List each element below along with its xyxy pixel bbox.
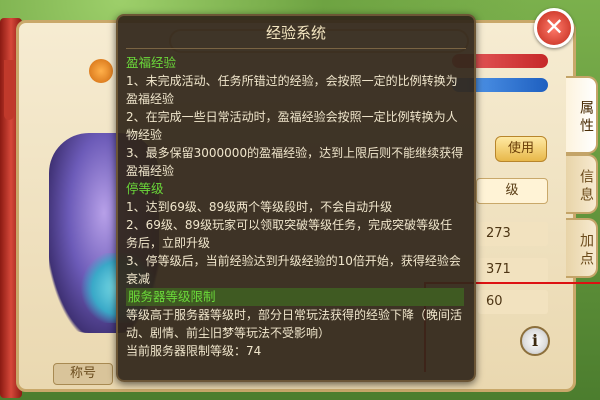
tab-add-points[interactable]: 加点: [566, 218, 598, 278]
popup-title: 经验系统: [265, 24, 326, 42]
section-heading-server-level: 服务器等级限制: [126, 288, 464, 306]
tassel-decoration: [4, 60, 14, 120]
section-heading-level-cap: 停等级: [126, 181, 164, 196]
tab-attributes[interactable]: 属性: [566, 76, 598, 154]
section-line: 3、停等级后，当前经验达到升级经验的10倍开始，获得经验会衰减: [126, 254, 461, 286]
section-line: 2、在完成一些日常活动时，盈福经验会按照一定比例转换为人物经验: [126, 110, 458, 142]
section-line: 当前服务器限制等级：74: [126, 344, 262, 358]
section-line: 2、69级、89级玩家可以领取突破等级任务，完成突破等级任务后，立即升级: [126, 218, 453, 250]
stat-value-2: 371: [478, 258, 548, 282]
level-header: 级: [476, 178, 548, 204]
popup-body[interactable]: 盈福经验 1、未完成活动、任务所错过的经验，会按照一定的比例转换为盈福经验 2、…: [126, 54, 464, 360]
section-heading-bonus-exp: 盈福经验: [126, 55, 177, 70]
info-icon-button[interactable]: i: [520, 326, 550, 356]
section-line: 1、未完成活动、任务所错过的经验，会按照一定的比例转换为盈福经验: [126, 74, 458, 106]
level-orb-icon: [89, 59, 113, 83]
section-line: 3、最多保留3000000的盈福经验，达到上限后则不能继续获得盈福经验: [126, 146, 464, 178]
title-label[interactable]: 称号: [53, 363, 113, 385]
stat-value-3: 60: [478, 290, 548, 314]
section-line: 1、达到69级、89级两个等级段时，不会自动升级: [126, 200, 393, 214]
close-button[interactable]: ✕: [534, 8, 574, 48]
title-divider: [126, 48, 466, 49]
stat-value-1: 273: [478, 222, 548, 246]
tab-info[interactable]: 信息: [566, 154, 598, 214]
section-line: 等级高于服务器等级时，部分日常玩法获得的经验下降（晚间活动、剧情、前尘旧梦等玩法…: [126, 308, 463, 340]
experience-system-popup: 经验系统 盈福经验 1、未完成活动、任务所错过的经验，会按照一定的比例转换为盈福…: [116, 14, 476, 382]
use-button[interactable]: 使用: [495, 136, 547, 162]
